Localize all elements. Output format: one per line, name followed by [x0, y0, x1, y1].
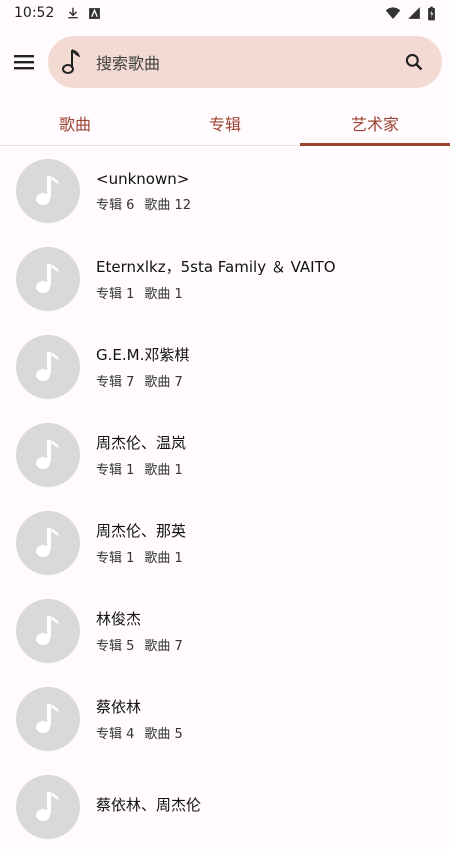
artist-avatar	[16, 599, 80, 663]
artist-row[interactable]: <unknown> 专辑 6 歌曲 12	[0, 147, 450, 235]
download-icon	[68, 7, 79, 19]
notification-app-icon	[89, 7, 101, 19]
artist-name: 周杰伦、温岚	[96, 434, 187, 452]
artist-row[interactable]: 蔡依林、周杰伦	[0, 763, 450, 851]
status-icons-left	[66, 6, 101, 20]
artist-row[interactable]: Eternxlkz，5sta Family ＆ VAITO 专辑 1 歌曲 1	[0, 235, 450, 323]
tab-artists[interactable]: 艺术家	[300, 100, 450, 146]
song-count: 歌曲 7	[144, 375, 183, 390]
artist-list: <unknown> 专辑 6 歌曲 12 Eternxlkz，5sta Famil…	[0, 147, 450, 851]
artist-name: Eternxlkz，5sta Family ＆ VAITO	[96, 258, 336, 276]
album-count: 专辑 7	[96, 375, 135, 390]
artist-name: 蔡依林、周杰伦	[96, 795, 202, 814]
status-icons-right	[385, 6, 436, 21]
music-note-icon	[36, 792, 59, 821]
artist-name: <unknown>	[96, 169, 190, 188]
search-button[interactable]	[386, 52, 442, 72]
artist-row[interactable]: G.E.M.邓紫棋 专辑 7 歌曲 7	[0, 323, 450, 411]
menu-button[interactable]	[0, 38, 48, 86]
album-count: 专辑 4	[96, 727, 135, 742]
battery-icon	[428, 6, 435, 20]
top-bar: 搜索歌曲	[0, 36, 450, 88]
artist-avatar	[16, 687, 80, 751]
artist-avatar	[16, 335, 80, 399]
artist-row[interactable]: 周杰伦、温岚 专辑 1 歌曲 1	[0, 411, 450, 499]
artist-name: 周杰伦、那英	[96, 522, 187, 540]
signal-icon	[408, 7, 420, 19]
album-count: 专辑 1	[96, 551, 135, 566]
status-time: 10:52	[14, 5, 55, 21]
music-note-icon	[36, 440, 59, 469]
artist-row[interactable]: 林俊杰 专辑 5 歌曲 7	[0, 587, 450, 675]
album-count: 专辑 1	[96, 463, 135, 478]
tab-songs[interactable]: 歌曲	[0, 100, 150, 145]
status-bar: 10:52	[0, 0, 450, 26]
music-note-icon	[36, 616, 59, 645]
song-count: 歌曲 7	[144, 639, 183, 654]
music-note-icon	[48, 48, 96, 76]
artist-row[interactable]: 周杰伦、那英 专辑 1 歌曲 1	[0, 499, 450, 587]
artist-avatar	[16, 159, 80, 223]
artist-avatar	[16, 775, 80, 839]
song-count: 歌曲 12	[144, 197, 192, 213]
artist-avatar	[16, 511, 80, 575]
song-count: 歌曲 1	[144, 287, 183, 302]
tab-bar: 歌曲 专辑 艺术家	[0, 100, 450, 146]
music-note-icon	[36, 176, 59, 205]
music-note-icon	[36, 704, 59, 733]
artist-name: G.E.M.邓紫棋	[96, 346, 190, 364]
song-count: 歌曲 1	[144, 551, 183, 566]
song-count: 歌曲 1	[144, 463, 183, 478]
hamburger-menu-icon	[14, 55, 34, 70]
album-count: 专辑 6	[96, 197, 135, 213]
tab-albums[interactable]: 专辑	[150, 100, 300, 145]
artist-name: 蔡依林	[96, 698, 142, 716]
artist-name: 林俊杰	[96, 610, 142, 628]
music-note-icon	[36, 528, 59, 557]
music-note-icon	[36, 352, 59, 381]
wifi-icon	[385, 7, 401, 19]
album-count: 专辑 5	[96, 639, 135, 654]
artist-row[interactable]: 蔡依林 专辑 4 歌曲 5	[0, 675, 450, 763]
search-bar[interactable]: 搜索歌曲	[48, 36, 442, 88]
music-note-icon	[36, 264, 59, 293]
album-count: 专辑 1	[96, 287, 135, 302]
song-count: 歌曲 5	[144, 727, 183, 742]
artist-avatar	[16, 247, 80, 311]
search-input[interactable]: 搜索歌曲	[96, 50, 386, 74]
artist-avatar	[16, 423, 80, 487]
search-icon	[405, 53, 423, 71]
